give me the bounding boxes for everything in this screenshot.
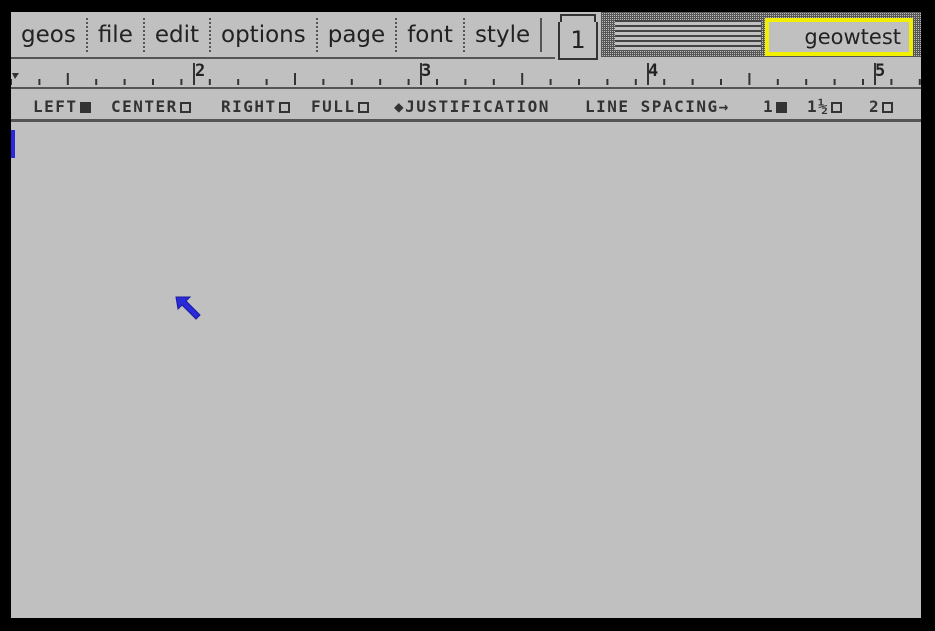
line-spacing-caption: LINE SPACING→ xyxy=(585,97,730,116)
geowrite-screen: geos file edit options page font style 1… xyxy=(11,12,921,618)
menu-bar: geos file edit options page font style xyxy=(11,12,555,59)
justify-center-option[interactable]: CENTER xyxy=(111,97,191,116)
spacing-1-label: 1 xyxy=(763,97,775,116)
justify-right-checkbox[interactable] xyxy=(278,102,290,113)
title-bar[interactable]: geowtest xyxy=(601,12,921,57)
spacing-1-option[interactable]: 1 xyxy=(763,97,788,116)
justify-full-label: FULL xyxy=(311,97,356,116)
ruler-label-2: 2 xyxy=(195,61,206,81)
ruler-ticks xyxy=(11,63,921,85)
line-spacing-label: LINE SPACING xyxy=(585,97,719,116)
title-bar-lines xyxy=(615,20,761,50)
arrow-left-icon: ◆ xyxy=(394,97,406,116)
spacing-1-5-label: 1½ xyxy=(807,97,830,116)
arrow-right-icon: → xyxy=(718,97,730,116)
left-margin-marker[interactable] xyxy=(12,73,19,79)
menu-page[interactable]: page xyxy=(318,17,398,52)
justify-left-label: LEFT xyxy=(33,97,78,116)
document-area[interactable] xyxy=(11,122,921,618)
text-cursor xyxy=(11,130,15,158)
justify-left-option[interactable]: LEFT xyxy=(33,97,91,116)
menu-options[interactable]: options xyxy=(211,17,318,52)
ruler-label-4: 4 xyxy=(648,61,659,81)
format-bar: LEFT CENTER RIGHT FULL ◆JUSTIFICATION LI… xyxy=(11,89,921,122)
justification-caption: ◆JUSTIFICATION xyxy=(394,97,550,116)
mouse-pointer-icon xyxy=(175,296,201,320)
justify-full-option[interactable]: FULL xyxy=(311,97,369,116)
justify-left-checkbox[interactable] xyxy=(79,102,91,113)
justify-right-label: RIGHT xyxy=(221,97,277,116)
justify-center-label: CENTER xyxy=(111,97,178,116)
spacing-1-5-option[interactable]: 1½ xyxy=(807,97,843,116)
justification-label: JUSTIFICATION xyxy=(405,97,550,116)
menu-font[interactable]: font xyxy=(397,17,465,52)
ruler-label-5: 5 xyxy=(875,61,886,81)
page-indicator[interactable]: 1 xyxy=(557,12,599,60)
menu-file[interactable]: file xyxy=(88,17,145,52)
menu-geos[interactable]: geos xyxy=(11,17,88,52)
justify-full-checkbox[interactable] xyxy=(357,102,369,113)
spacing-1-checkbox[interactable] xyxy=(776,102,788,113)
page-number: 1 xyxy=(558,22,598,60)
ruler-label-3: 3 xyxy=(421,61,432,81)
justify-center-checkbox[interactable] xyxy=(179,102,191,113)
spacing-2-label: 2 xyxy=(869,97,881,116)
spacing-1-5-checkbox[interactable] xyxy=(831,102,843,113)
menu-style[interactable]: style xyxy=(465,17,543,52)
justify-right-option[interactable]: RIGHT xyxy=(221,97,290,116)
spacing-2-checkbox[interactable] xyxy=(882,102,894,113)
spacing-2-option[interactable]: 2 xyxy=(869,97,894,116)
document-title: geowtest xyxy=(765,18,913,56)
menu-edit[interactable]: edit xyxy=(145,17,212,52)
ruler[interactable]: 2 3 4 5 xyxy=(11,59,921,89)
